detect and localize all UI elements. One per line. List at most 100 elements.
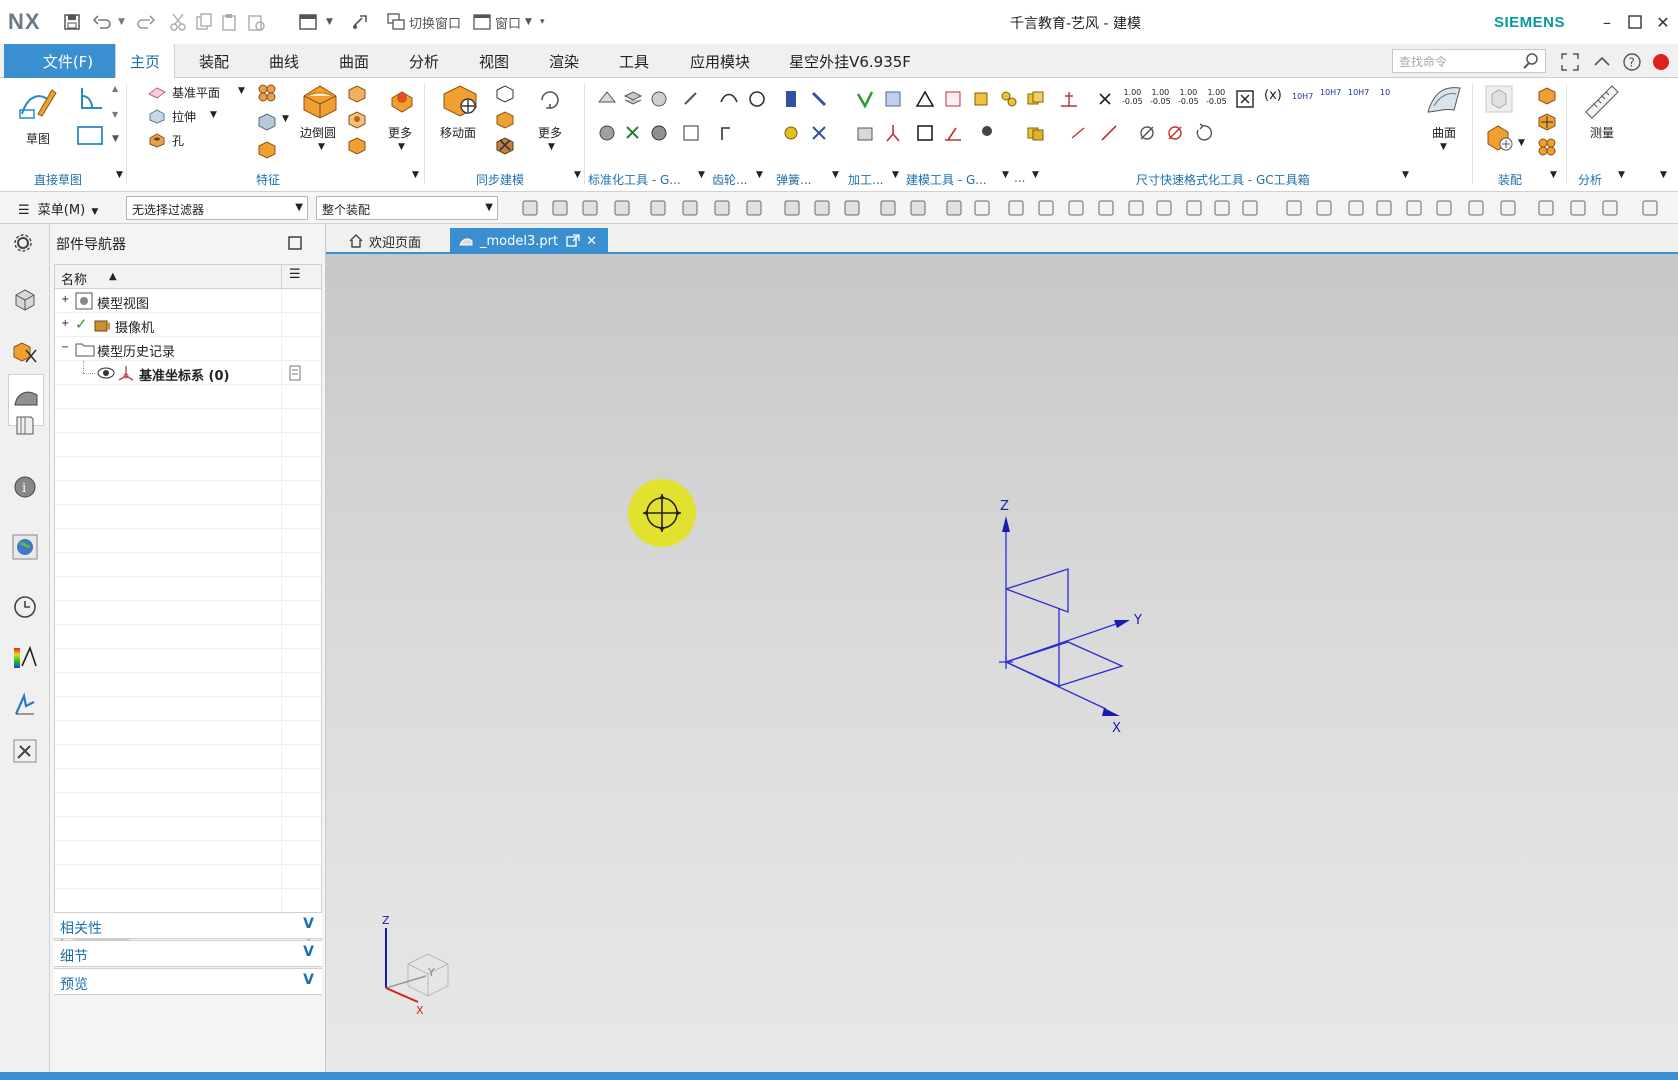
move-face-label[interactable]: 移动面 [440,124,476,141]
save-icon[interactable] [62,12,82,32]
snap-tool-icon[interactable] [878,198,898,218]
dim-format-button-3[interactable]: 1.00 -0.05 [1178,88,1199,106]
dim-format-button-2[interactable]: 1.00 -0.05 [1150,88,1171,106]
edge-blend-icon[interactable] [300,82,340,120]
modeling-tool-icon-4[interactable] [998,88,1020,110]
collapse-ribbon-icon[interactable] [1592,52,1612,76]
tab-file[interactable]: 文件(F) [4,44,132,78]
dim-box-icon[interactable] [1234,88,1256,110]
snap-tool-icon[interactable] [1434,198,1454,218]
snap-tool-icon[interactable] [1096,198,1116,218]
surface-icon[interactable] [1424,82,1464,120]
snap-tool-icon[interactable] [1600,198,1620,218]
pull-face-icon[interactable] [494,82,516,104]
dim-clear-icon[interactable] [1094,88,1116,110]
ribbon-options-icon[interactable]: ▼ [1660,170,1667,180]
snap-tool-icon[interactable] [1466,198,1486,218]
close-button[interactable]: ✕ [1650,10,1676,34]
snap-tool-icon[interactable] [612,198,632,218]
menu-button[interactable]: ☰ 菜单(M) ▼ [18,199,98,218]
snap-tool-icon[interactable] [1006,198,1026,218]
close-tab-icon[interactable]: ✕ [586,234,597,249]
tab-view[interactable]: 视图 [466,44,522,78]
undo-dropdown-icon[interactable]: ▼ [118,12,125,32]
tab-surface[interactable]: 曲面 [326,44,382,78]
tab-model-file[interactable]: _model3.prt ✕ [450,228,608,254]
surface-label[interactable]: 曲面 [1432,124,1456,141]
machining-icon-4[interactable] [882,122,904,144]
datum-plane-label[interactable]: 基准平面 [172,84,220,101]
misc-tool-icon-1[interactable] [1024,88,1046,110]
settings-gear-icon[interactable] [12,232,38,254]
tab-application[interactable]: 应用模块 [678,44,762,78]
window-menu-button[interactable]: 窗口 ▼ ▾ [472,12,544,32]
dim-tool-icon-1[interactable] [1058,88,1080,110]
measure-label[interactable]: 测量 [1590,124,1614,141]
dim-format-button-1[interactable]: 1.00 -0.05 [1122,88,1143,106]
modeling-tool-icon-6[interactable] [942,122,964,144]
more-sync-icon[interactable] [536,86,564,114]
fullscreen-icon[interactable] [1560,52,1580,76]
std-tool-icon-7[interactable] [648,122,670,144]
chamfer-icon[interactable] [346,82,368,104]
navigator-maximize-icon[interactable] [288,236,302,254]
selection-filter-select[interactable]: 无选择过滤器 ▼ [126,196,308,220]
misc-tool-icon-2[interactable] [1024,122,1046,144]
snap-tool-icon[interactable] [1184,198,1204,218]
search-icon[interactable] [1522,52,1540,74]
history-clock-icon[interactable] [12,594,38,620]
tab-welcome-page[interactable]: 欢迎页面 [340,228,429,254]
profile-icon[interactable] [76,84,106,114]
tab-assembly[interactable]: 装配 [186,44,242,78]
role-icon[interactable] [12,692,38,718]
machining-icon-1[interactable] [854,88,876,110]
std-tool-icon-5[interactable] [596,122,618,144]
modeling-tool-icon-7[interactable] [976,122,998,144]
modeling-tool-icon-3[interactable] [970,88,992,110]
dim-fit-button-3[interactable]: 10H7 [1348,88,1369,97]
snap-tool-icon[interactable] [1640,198,1660,218]
snap-tool-icon[interactable] [550,198,570,218]
graphics-viewport[interactable]: Z Y X Z Y X [326,254,1678,1072]
web-browser-icon[interactable] [12,534,38,560]
selection-scope-select[interactable]: 整个装配 ▼ [316,196,498,220]
edge-blend-label[interactable]: 边倒圆 [300,124,336,141]
section-preview[interactable]: 预览 V [54,968,322,995]
snap-tool-icon[interactable] [1498,198,1518,218]
sketch-more-icon[interactable]: ▼ [112,134,119,144]
snap-tool-icon[interactable] [1374,198,1394,218]
snap-tool-icon[interactable] [812,198,832,218]
expand-icon[interactable]: + [61,318,69,329]
snap-tool-icon[interactable] [908,198,928,218]
datum-csys[interactable] [999,529,1124,710]
snap-tool-icon[interactable] [1314,198,1334,218]
machining-icon-3[interactable] [854,122,876,144]
measure-icon[interactable] [1582,82,1622,120]
paste-icon[interactable] [220,12,240,32]
dim-format-button-4[interactable]: 1.00 -0.05 [1206,88,1227,106]
offset-region-icon[interactable] [494,108,516,130]
tools-wrench-icon[interactable] [12,738,38,764]
help-icon[interactable]: ? [1622,52,1642,76]
snap-tool-icon[interactable] [1568,198,1588,218]
gear-tool-icon-3[interactable] [718,122,740,144]
undo-icon[interactable] [92,12,114,32]
dim-fit-button-4[interactable]: 10 [1380,88,1390,97]
gear-tool-icon-1[interactable] [718,88,740,110]
spring-tool-icon-2[interactable] [808,88,830,110]
minimize-button[interactable]: – [1594,10,1620,34]
snap-tool-icon[interactable] [520,198,540,218]
hole-icon[interactable] [148,132,166,148]
snap-tool-icon[interactable] [680,198,700,218]
datum-plane-icon[interactable] [148,84,166,100]
add-component-icon[interactable] [1484,122,1514,152]
visualization-icon[interactable] [12,644,38,670]
switch-window-button[interactable]: 切换窗口 [386,12,461,32]
snap-tool-icon[interactable] [782,198,802,218]
snap-tool-icon[interactable] [1536,198,1556,218]
tab-render[interactable]: 渲染 [536,44,592,78]
column-options-icon[interactable]: ☰ [289,267,301,282]
tab-plugin[interactable]: 星空外挂V6.935F [780,44,920,78]
customize-qa-icon[interactable]: ▾ [540,17,545,27]
section-dependencies[interactable]: 相关性 V [54,912,322,939]
